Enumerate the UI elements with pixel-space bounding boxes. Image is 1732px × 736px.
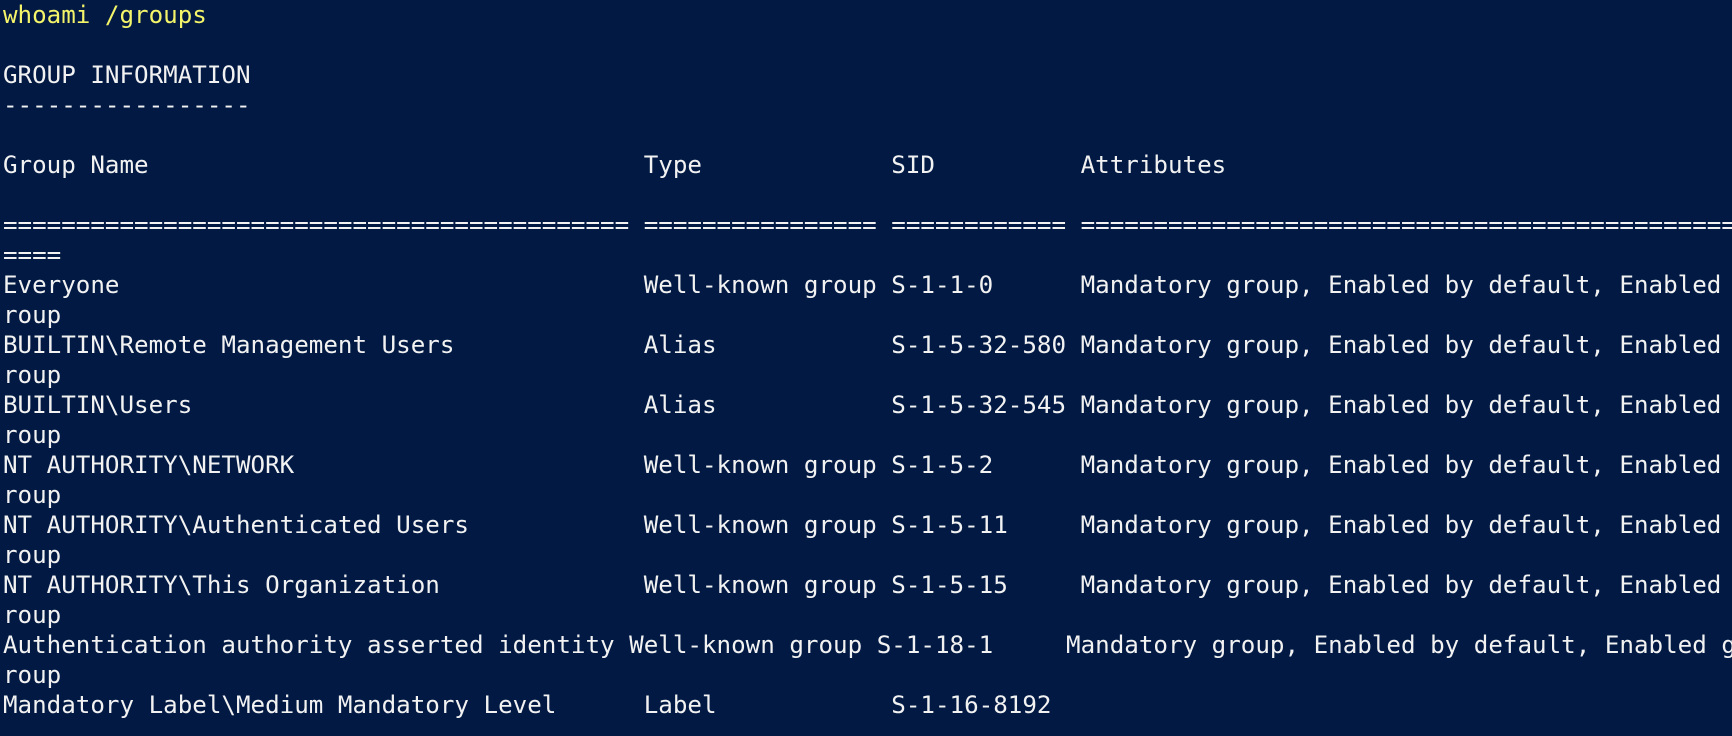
table-row: Authentication authority asserted identi… [3,631,1732,659]
table-row: BUILTIN\Remote Management Users Alias S-… [3,331,1732,359]
table-row: NT AUTHORITY\Authenticated Users Well-kn… [3,511,1732,539]
table-header: Group Name Type SID Attributes [3,151,1227,179]
table-row-wrap: roup [3,301,62,329]
table-separator-wrap: ==== [3,241,62,269]
table-row-wrap: roup [3,361,62,389]
table-row-wrap: roup [3,481,62,509]
table-row-wrap: roup [3,421,62,449]
command-line: whoami /groups [3,1,207,29]
section-underline: ----------------- [3,91,251,119]
table-row: Everyone Well-known group S-1-1-0 Mandat… [3,271,1732,299]
table-row: Mandatory Label\Medium Mandatory Level L… [3,691,1052,719]
table-separator: ========================================… [3,211,1732,239]
table-row: BUILTIN\Users Alias S-1-5-32-545 Mandato… [3,391,1732,419]
table-row: NT AUTHORITY\NETWORK Well-known group S-… [3,451,1732,479]
table-row-wrap: roup [3,601,62,629]
section-title: GROUP INFORMATION [3,61,251,89]
table-row-wrap: roup [3,661,62,689]
table-row-wrap: roup [3,541,62,569]
terminal-window[interactable]: whoami /groups GROUP INFORMATION -------… [0,0,1732,736]
table-row: NT AUTHORITY\This Organization Well-know… [3,571,1732,599]
